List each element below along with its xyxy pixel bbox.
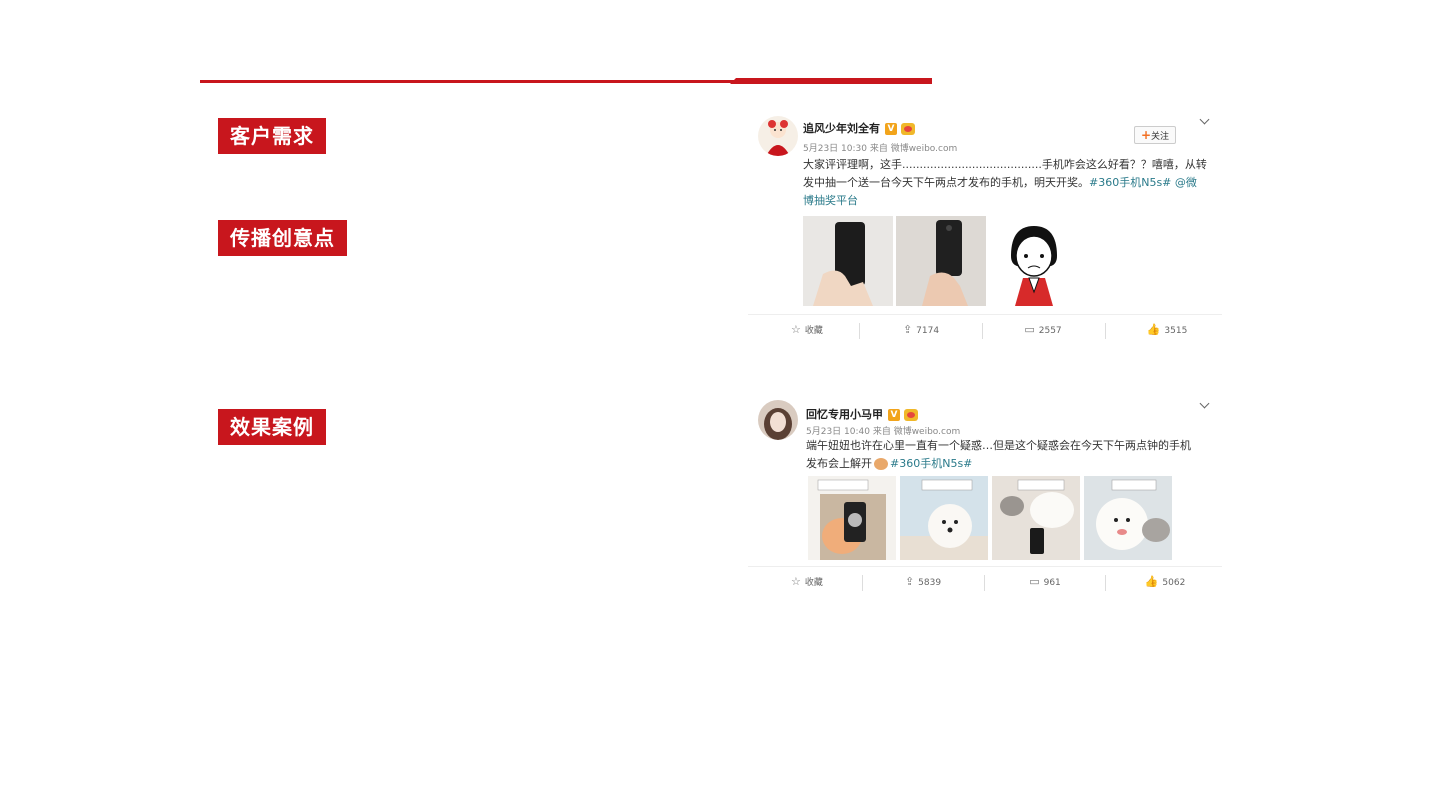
action-divider bbox=[984, 575, 985, 591]
repost-count: 5839 bbox=[918, 578, 942, 588]
label-creative-point: 传播创意点 bbox=[218, 220, 347, 256]
crown-icon bbox=[901, 123, 915, 135]
action-divider bbox=[862, 575, 863, 591]
follow-label: 关注 bbox=[1151, 132, 1170, 142]
avatar[interactable] bbox=[758, 116, 798, 156]
chevron-down-icon[interactable] bbox=[1200, 400, 1210, 410]
thumbs-up-icon: 👍 bbox=[1146, 323, 1161, 336]
collect-label: 收藏 bbox=[804, 326, 823, 336]
repost-icon: ⇪ bbox=[904, 575, 915, 588]
post-text-line: 发布会上解开 #360手机N5s# bbox=[806, 455, 1216, 473]
like-count: 3515 bbox=[1164, 326, 1188, 336]
post-image-meme-face[interactable] bbox=[989, 216, 1079, 306]
like-button[interactable]: 👍 5062 bbox=[1106, 567, 1224, 597]
collect-label: 收藏 bbox=[804, 578, 823, 588]
action-divider bbox=[982, 323, 983, 339]
comment-button[interactable]: ▭ 961 bbox=[986, 567, 1104, 597]
username-text[interactable]: 回忆专用小马甲 bbox=[806, 408, 883, 421]
post-image-dog-phone-2[interactable] bbox=[900, 476, 988, 560]
comment-count: 2557 bbox=[1038, 326, 1062, 336]
comment-count: 961 bbox=[1043, 578, 1061, 588]
post-text: 端午妞妞也许在心里一直有一个疑惑…但是这个疑惑会在今天下午两点钟的手机 发布会上… bbox=[806, 437, 1216, 473]
post-text-span: 发中抽一个送一台今天下午两点才发布的手机，明天开奖。 bbox=[803, 176, 1089, 189]
post-meta: 5月23日 10:30 来自 微博weibo.com bbox=[803, 144, 958, 154]
like-button[interactable]: 👍 3515 bbox=[1108, 315, 1226, 345]
post-text: 大家评评理啊，这手...............................… bbox=[803, 156, 1215, 210]
crown-icon bbox=[904, 409, 918, 421]
action-divider bbox=[1105, 323, 1106, 339]
post-image-phone-hand-1[interactable] bbox=[803, 216, 893, 306]
repost-count: 7174 bbox=[916, 326, 940, 336]
mention-link[interactable]: 博抽奖平台 bbox=[803, 192, 1215, 210]
cat-emoji-icon bbox=[874, 458, 888, 470]
star-icon: ☆ bbox=[791, 323, 801, 336]
username-text[interactable]: 追风少年刘全有 bbox=[803, 122, 880, 135]
collect-button[interactable]: ☆ 收藏 bbox=[748, 567, 866, 597]
comment-button[interactable]: ▭ 2557 bbox=[984, 315, 1102, 345]
hashtag-link[interactable]: #360手机N5s# @微 bbox=[1089, 176, 1197, 189]
comment-icon: ▭ bbox=[1024, 323, 1035, 336]
post-actions: ☆ 收藏 ⇪ 5839 ▭ 961 👍 5062 bbox=[748, 566, 1222, 597]
verified-badge-icon: V bbox=[888, 409, 900, 421]
username[interactable]: 回忆专用小马甲 V bbox=[806, 406, 918, 422]
post-text-line: 端午妞妞也许在心里一直有一个疑惑…但是这个疑惑会在今天下午两点钟的手机 bbox=[806, 439, 1191, 452]
post-meta: 5月23日 10:40 来自 微博weibo.com bbox=[806, 427, 961, 437]
username[interactable]: 追风少年刘全有 V bbox=[803, 120, 915, 136]
verified-badge-icon: V bbox=[885, 123, 897, 135]
post-image-dog-phone-3[interactable] bbox=[992, 476, 1080, 560]
comment-icon: ▭ bbox=[1029, 575, 1040, 588]
hashtag-link[interactable]: #360手机N5s# bbox=[890, 457, 972, 470]
chevron-down-icon[interactable] bbox=[1200, 116, 1210, 126]
post-text-line: 发中抽一个送一台今天下午两点才发布的手机，明天开奖。#360手机N5s# @微 bbox=[803, 174, 1215, 192]
like-count: 5062 bbox=[1162, 578, 1186, 588]
plus-icon: + bbox=[1140, 128, 1152, 142]
weibo-post-1: 追风少年刘全有 V 5月23日 10:30 来自 微博weibo.com +关注 … bbox=[748, 108, 1222, 344]
repost-button[interactable]: ⇪ 7174 bbox=[862, 315, 980, 345]
weibo-post-2: 回忆专用小马甲 V 5月23日 10:40 来自 微博weibo.com 端午妞妞… bbox=[748, 392, 1222, 596]
label-case-result: 效果案例 bbox=[218, 409, 326, 445]
post-actions: ☆ 收藏 ⇪ 7174 ▭ 2557 👍 3515 bbox=[748, 314, 1222, 345]
post-text-span: 发布会上解开 bbox=[806, 457, 872, 470]
post-image-phone-hand-2[interactable] bbox=[896, 216, 986, 306]
avatar[interactable] bbox=[758, 400, 798, 440]
post-image-dog-phone-1[interactable] bbox=[808, 476, 896, 560]
thumbs-up-icon: 👍 bbox=[1144, 575, 1159, 588]
follow-button[interactable]: +关注 bbox=[1134, 126, 1176, 144]
action-divider bbox=[859, 323, 860, 339]
label-customer-need: 客户需求 bbox=[218, 118, 326, 154]
star-icon: ☆ bbox=[791, 575, 801, 588]
repost-button[interactable]: ⇪ 5839 bbox=[864, 567, 982, 597]
header-divider-accent bbox=[730, 78, 932, 84]
post-text-line: 大家评评理啊，这手...............................… bbox=[803, 158, 1207, 171]
repost-icon: ⇪ bbox=[902, 323, 913, 336]
post-image-dog-phone-4[interactable] bbox=[1084, 476, 1172, 560]
collect-button[interactable]: ☆ 收藏 bbox=[748, 315, 866, 345]
